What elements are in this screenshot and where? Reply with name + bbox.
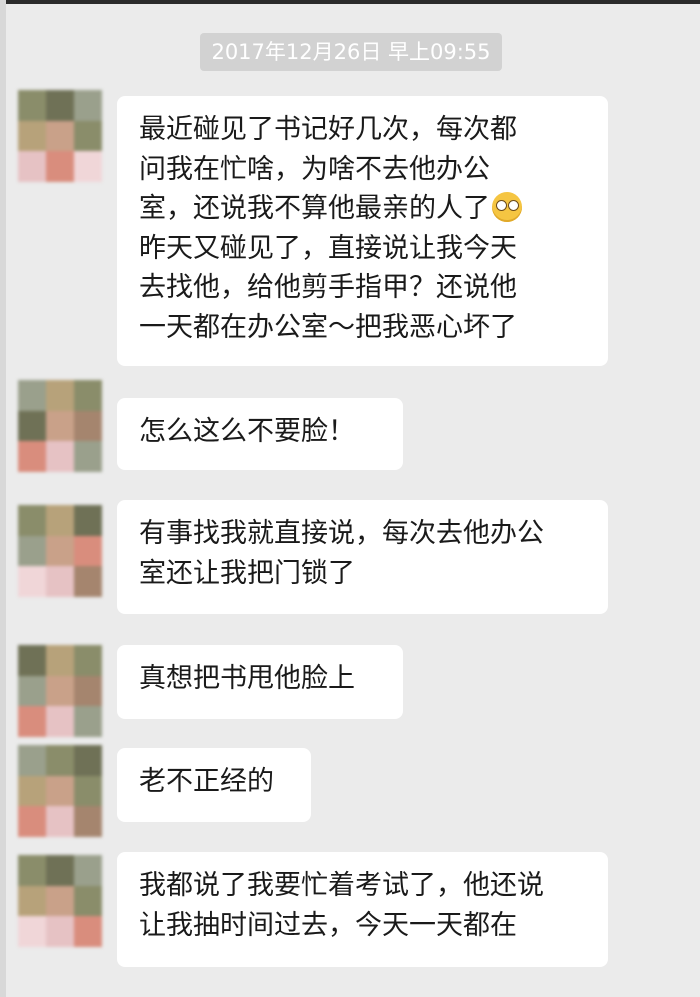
- message-bubble[interactable]: 有事找我就直接说，每次去他办公 室还让我把门锁了: [117, 500, 608, 614]
- chat-timestamp: 2017年12月26日 早上09:55: [200, 33, 502, 71]
- message-line: 室，还说我不算他最亲的人了: [139, 193, 490, 224]
- avatar[interactable]: [18, 380, 102, 472]
- message-bubble[interactable]: 真想把书甩他脸上: [117, 645, 403, 719]
- message-line: 去找他，给他剪手指甲？还说他: [139, 272, 517, 303]
- avatar[interactable]: [18, 855, 102, 947]
- avatar[interactable]: [18, 505, 102, 597]
- message-bubble[interactable]: 最近碰见了书记好几次，每次都 问我在忙啥，为啥不去他办公 室，还说我不算他最亲的…: [117, 96, 608, 366]
- avatar[interactable]: [18, 745, 102, 837]
- message-line: 一天都在办公室～把我恶心坏了: [139, 311, 517, 343]
- message-line: 问我在忙啥，为啥不去他办公: [139, 153, 490, 185]
- top-edge: [0, 0, 700, 4]
- message-line: 怎么这么不要脸！: [139, 416, 355, 447]
- message-bubble[interactable]: 我都说了我要忙着考试了，他还说 让我抽时间过去，今天一天都在: [117, 852, 608, 967]
- message-line: 昨天又碰见了，直接说让我今天: [139, 232, 517, 264]
- left-edge: [0, 0, 6, 997]
- avatar[interactable]: [18, 645, 102, 737]
- avatar[interactable]: [18, 90, 102, 182]
- message-line: 最近碰见了书记好几次，每次都: [139, 114, 517, 145]
- eye-roll-emoji-icon: [492, 192, 522, 222]
- message-bubble[interactable]: 老不正经的: [117, 748, 311, 822]
- message-line: 让我抽时间过去，今天一天都在: [139, 909, 517, 941]
- message-line: 室还让我把门锁了: [139, 557, 355, 589]
- message-line: 老不正经的: [139, 766, 274, 797]
- message-line: 我都说了我要忙着考试了，他还说: [139, 870, 544, 901]
- message-bubble[interactable]: 怎么这么不要脸！: [117, 398, 403, 470]
- message-line: 真想把书甩他脸上: [139, 663, 355, 694]
- message-line: 有事找我就直接说，每次去他办公: [139, 518, 544, 549]
